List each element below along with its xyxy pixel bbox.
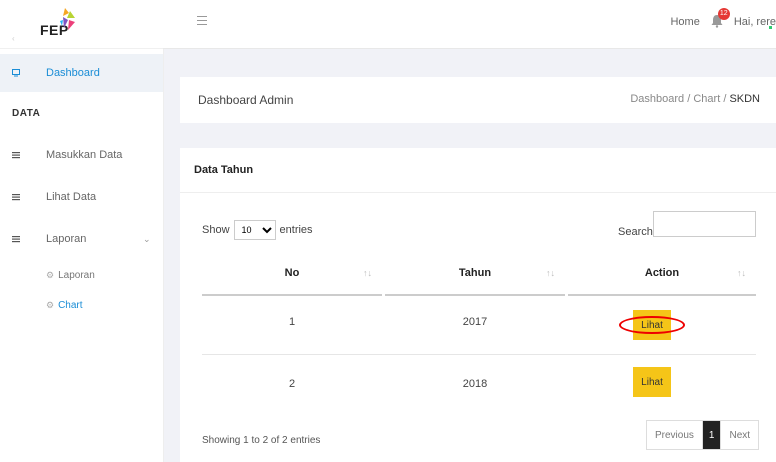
card-header: Data Tahun <box>180 148 776 193</box>
highlight-annotation <box>619 316 685 334</box>
notification-button[interactable]: 12 <box>710 8 730 30</box>
search-input[interactable] <box>653 211 756 237</box>
sidebar-item-label: Masukkan Data <box>46 149 123 161</box>
sidebar-item-dashboard[interactable]: Dashboard <box>0 54 163 92</box>
entries-select[interactable]: 10 <box>233 220 276 240</box>
sidebar-subitem-label: Laporan <box>58 270 95 281</box>
hamburger-menu-icon[interactable] <box>197 16 207 28</box>
breadcrumb-item-chart[interactable]: Chart <box>693 93 720 105</box>
top-right-nav: Home 12 Hai, rere <box>670 8 776 30</box>
page-header: Dashboard Admin Dashboard / Chart / SKDN <box>180 77 776 123</box>
entries-label: entries <box>279 224 313 236</box>
cell-tahun: 2018 <box>462 378 488 390</box>
sort-icon: ↑↓ <box>363 268 372 278</box>
sidebar-toggle-icon[interactable]: ‹ <box>12 34 15 43</box>
column-header-tahun[interactable]: Tahun ↑↓ <box>385 252 565 296</box>
column-header-action[interactable]: Action ↑↓ <box>568 252 756 296</box>
pagination: Previous 1 Next <box>646 420 760 450</box>
sort-icon: ↑↓ <box>546 268 555 278</box>
list-icon <box>12 236 20 243</box>
sidebar-item-label: Dashboard <box>46 67 100 79</box>
sort-icon: ↑↓ <box>737 268 746 278</box>
sidebar-item-laporan[interactable]: Laporan ⌄ <box>0 224 163 254</box>
online-indicator <box>769 26 772 29</box>
sidebar-subitem-chart[interactable]: ⚙ Chart <box>46 300 83 311</box>
column-header-no[interactable]: No ↑↓ <box>202 252 382 296</box>
column-header-label: No <box>284 267 300 279</box>
sidebar-item-label: Laporan <box>46 233 87 245</box>
sidebar-subitem-label: Chart <box>58 300 83 311</box>
logo[interactable]: ‹ FEP <box>0 0 163 49</box>
column-header-label: Tahun <box>458 267 492 279</box>
pagination-previous[interactable]: Previous <box>647 421 703 449</box>
card-title: Data Tahun <box>194 164 254 176</box>
logo-icon <box>60 8 75 30</box>
chevron-down-icon: ⌄ <box>143 233 151 244</box>
monitor-icon <box>12 69 20 77</box>
sidebar-item-masukkan-data[interactable]: Masukkan Data <box>0 140 163 170</box>
cell-no: 1 <box>288 316 296 328</box>
pagination-next[interactable]: Next <box>721 421 758 449</box>
top-bar: Home 12 Hai, rere <box>163 0 776 49</box>
breadcrumb-item-dashboard[interactable]: Dashboard <box>630 93 684 105</box>
breadcrumb: Dashboard / Chart / SKDN <box>630 93 760 105</box>
pagination-page-current[interactable]: 1 <box>702 421 722 449</box>
search-label: Search: <box>618 226 656 238</box>
gear-icon: ⚙ <box>46 300 55 310</box>
lihat-button[interactable]: Lihat <box>633 367 671 397</box>
cell-tahun: 2017 <box>462 316 488 328</box>
row-divider <box>202 354 756 355</box>
table-info: Showing 1 to 2 of 2 entries <box>202 435 321 446</box>
list-icon <box>12 152 20 159</box>
list-icon <box>12 194 20 201</box>
gear-icon: ⚙ <box>46 270 55 280</box>
breadcrumb-item-current: SKDN <box>729 93 760 105</box>
sidebar-item-label: Lihat Data <box>46 191 97 203</box>
sidebar-item-lihat-data[interactable]: Lihat Data <box>0 182 163 212</box>
notification-badge: 12 <box>717 8 730 20</box>
page-title: Dashboard Admin <box>198 93 294 107</box>
entries-length-control: Show 10 entries <box>202 220 313 240</box>
data-card: Data Tahun Show 10 entries Search: No ↑↓… <box>180 148 776 462</box>
column-header-label: Action <box>644 267 680 279</box>
cell-no: 2 <box>288 378 296 390</box>
sidebar-subitem-laporan[interactable]: ⚙ Laporan <box>46 270 95 281</box>
section-title-data: DATA <box>12 108 41 119</box>
home-link[interactable]: Home <box>670 16 699 28</box>
sidebar: ‹ FEP Dashboard DATA Masukkan Data Lihat… <box>0 0 164 462</box>
show-label: Show <box>202 224 230 236</box>
